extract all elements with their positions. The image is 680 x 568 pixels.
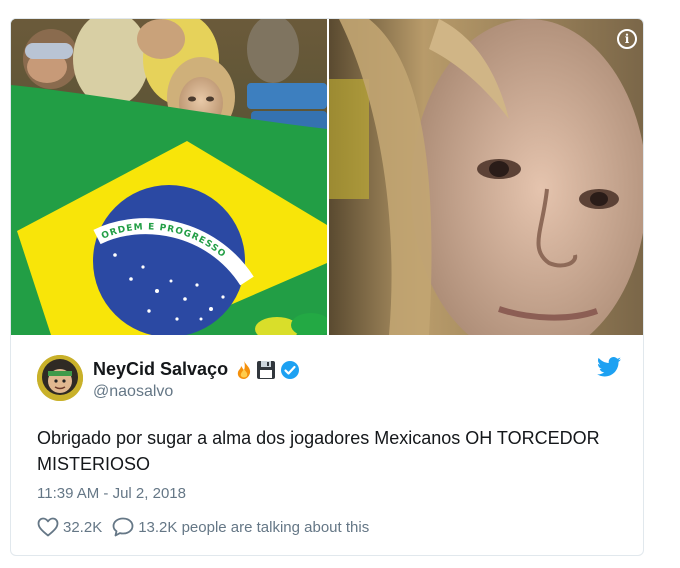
tweet-media[interactable]: ORDEM E PROGRESSO i (11, 19, 643, 335)
tweet-actions: 32.2K 13.2K people are talking about thi… (37, 517, 369, 537)
heart-icon[interactable] (37, 517, 59, 537)
speech-bubble-icon[interactable] (112, 517, 134, 537)
verified-badge-icon (281, 360, 300, 379)
author-name-row[interactable]: NeyCid Salvaço (93, 359, 300, 380)
author-display-name[interactable]: NeyCid Salvaço (93, 359, 228, 380)
crowd-flag-illustration: ORDEM E PROGRESSO (11, 19, 327, 335)
avatar-cartoon-icon (37, 355, 83, 401)
twitter-bird-icon[interactable] (597, 357, 621, 377)
photo-crowd-with-flag[interactable]: ORDEM E PROGRESSO (11, 19, 327, 335)
info-icon[interactable]: i (617, 29, 637, 49)
author-handle[interactable]: @naosalvo (93, 383, 173, 401)
talking-about-label[interactable]: 13.2K people are talking about this (138, 519, 369, 536)
photo-face-closeup[interactable]: i (329, 19, 643, 335)
floppy-disk-emoji-icon (257, 360, 276, 379)
fire-emoji-icon (237, 360, 251, 379)
like-count[interactable]: 32.2K (63, 519, 102, 536)
tweet-text: Obrigado por sugar a alma dos jogadores … (37, 428, 600, 474)
tweet-card: ORDEM E PROGRESSO i NeyCid Salvaço @naos… (10, 18, 644, 556)
tweet-timestamp[interactable]: 11:39 AM - Jul 2, 2018 (37, 485, 186, 502)
author-avatar[interactable] (37, 355, 83, 401)
face-closeup-illustration (329, 19, 643, 335)
